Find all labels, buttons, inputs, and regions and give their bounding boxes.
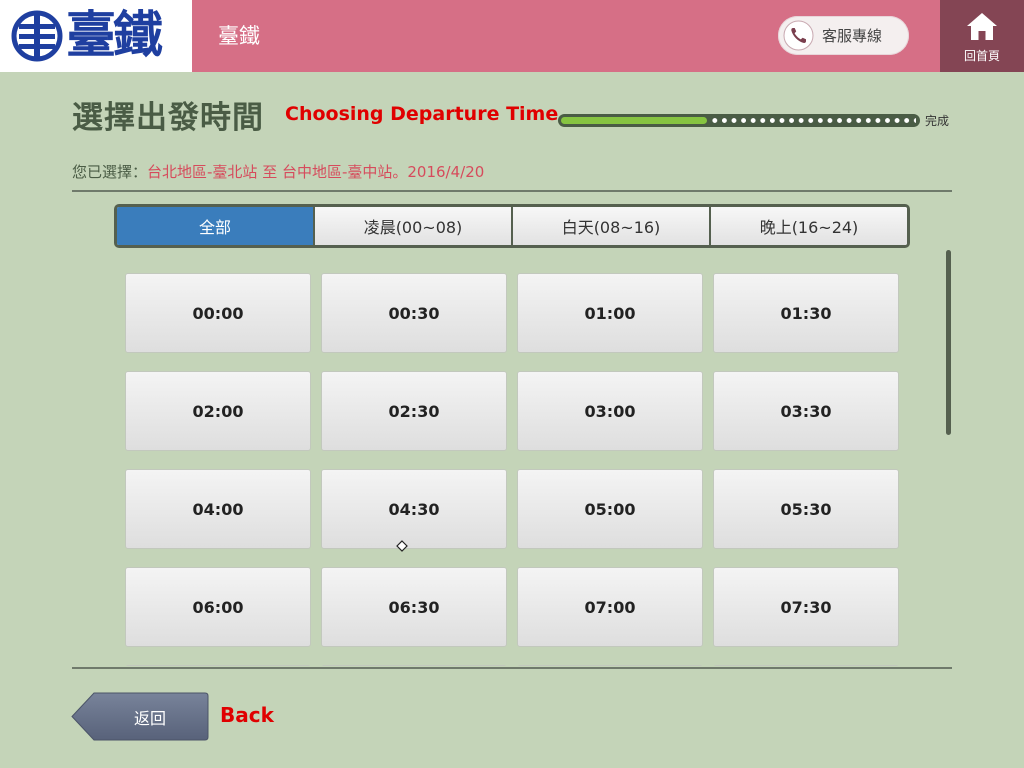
home-button[interactable]: 回首頁 xyxy=(940,0,1024,72)
header-title: 臺鐵 xyxy=(218,24,260,48)
time-slot-button[interactable]: 01:30 xyxy=(713,273,899,353)
time-slot-button[interactable]: 02:30 xyxy=(321,371,507,451)
tab-all[interactable]: 全部 xyxy=(117,207,313,245)
time-slot-button[interactable]: 00:30 xyxy=(321,273,507,353)
tra-emblem-icon xyxy=(11,10,63,62)
divider-top xyxy=(72,190,952,192)
time-period-tabs: 全部 凌晨(00~08) 白天(08~16) 晚上(16~24) xyxy=(114,204,910,248)
logo-text: 臺鐵 xyxy=(66,5,163,64)
time-slot-button[interactable]: 00:00 xyxy=(125,273,311,353)
progress-end-label: 完成 xyxy=(925,114,950,128)
app-header: 臺鐵 臺鐵 客服專線 回首頁 xyxy=(0,0,1024,72)
home-icon xyxy=(967,13,997,40)
hotline-label: 客服專線 xyxy=(822,27,883,45)
time-slot-button[interactable]: 03:00 xyxy=(517,371,703,451)
time-slot-button[interactable]: 01:00 xyxy=(517,273,703,353)
time-slot-button[interactable]: 04:00 xyxy=(125,469,311,549)
time-slot-button[interactable]: 08:00 xyxy=(125,665,311,666)
selection-summary: 您已選擇：台北地區-臺北站 至 台中地區-臺中站。2016/4/20 xyxy=(72,162,484,182)
home-label: 回首頁 xyxy=(963,49,1000,63)
time-slot-button[interactable]: 03:30 xyxy=(713,371,899,451)
selection-value: 台北地區-臺北站 至 台中地區-臺中站。2016/4/20 xyxy=(147,163,485,181)
progress-fill xyxy=(561,117,707,124)
selection-label: 您已選擇： xyxy=(72,163,148,181)
time-slot-button[interactable]: 06:00 xyxy=(125,567,311,647)
time-slot-button[interactable]: 04:30 xyxy=(321,469,507,549)
tab-daytime[interactable]: 白天(08~16) xyxy=(511,207,709,245)
time-slot-button[interactable]: 09:00 xyxy=(517,665,703,666)
time-slot-button[interactable]: 08:30 xyxy=(321,665,507,666)
time-slot-button[interactable]: 06:30 xyxy=(321,567,507,647)
progress-bar xyxy=(558,114,920,127)
tab-early-morning[interactable]: 凌晨(00~08) xyxy=(313,207,511,245)
time-slot-button[interactable]: 07:30 xyxy=(713,567,899,647)
phone-icon xyxy=(783,20,814,51)
hotline-button[interactable]: 客服專線 xyxy=(778,16,909,55)
back-annotation: Back xyxy=(220,703,274,727)
time-slot-button[interactable]: 05:30 xyxy=(713,469,899,549)
time-slot-button[interactable]: 02:00 xyxy=(125,371,311,451)
scrollbar-thumb[interactable] xyxy=(946,250,951,435)
tab-evening[interactable]: 晚上(16~24) xyxy=(709,207,907,245)
time-slot-button[interactable]: 05:00 xyxy=(517,469,703,549)
progress-remaining-dots xyxy=(710,118,916,123)
back-label: 返回 xyxy=(133,708,166,728)
time-slot-button[interactable]: 07:00 xyxy=(517,567,703,647)
time-slot-button[interactable]: 09:30 xyxy=(713,665,899,666)
time-grid-viewport[interactable]: 00:00 00:30 01:00 01:30 02:00 02:30 03:00 03:30… xyxy=(114,262,914,666)
title-annotation: Choosing Departure Time xyxy=(285,103,559,125)
divider-bottom xyxy=(72,667,952,669)
tra-logo: 臺鐵 xyxy=(0,0,192,72)
cursor-crosshair-icon xyxy=(396,540,408,552)
back-button[interactable]: 返回 xyxy=(71,692,209,741)
time-grid: 00:00 00:30 01:00 01:30 02:00 02:30 03:00 03:30… xyxy=(125,273,899,666)
page-title: 選擇出發時間 xyxy=(72,100,264,136)
